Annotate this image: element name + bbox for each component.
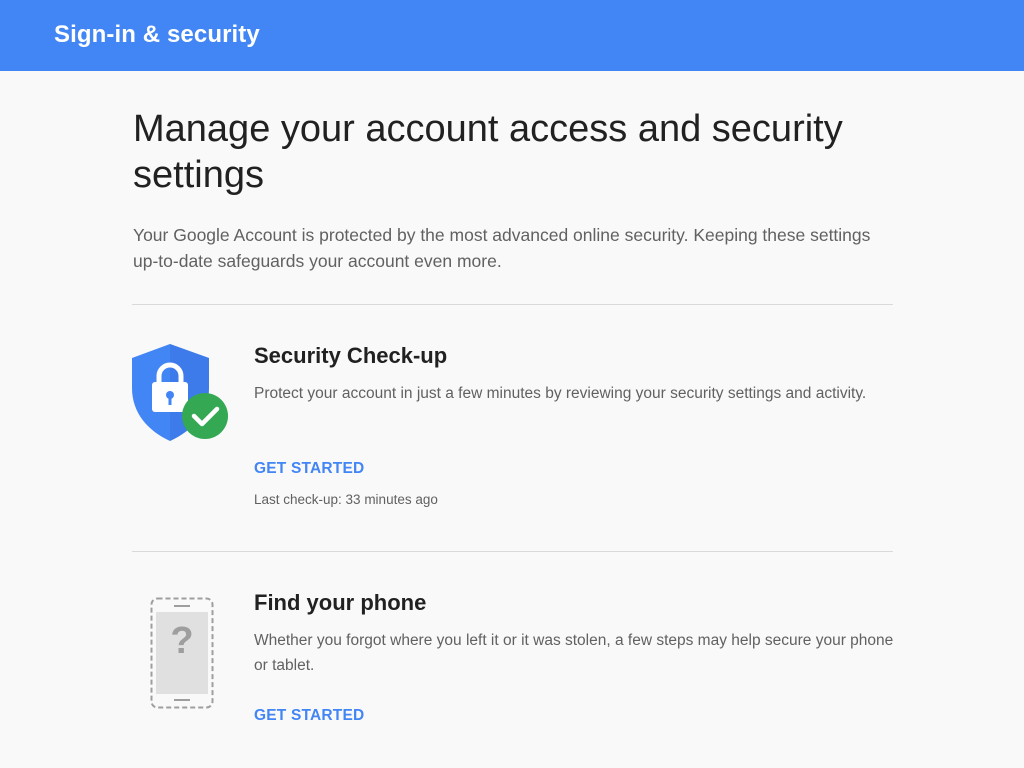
find-phone-description: Whether you forgot where you left it or …: [254, 632, 894, 674]
security-checkup-get-started-link[interactable]: GET STARTED: [254, 460, 364, 478]
security-checkup-description: Protect your account in just a few minut…: [254, 385, 867, 402]
page-title: Manage your account access and security …: [133, 108, 843, 196]
divider: [132, 551, 893, 552]
intro-text: Your Google Account is protected by the …: [133, 225, 871, 271]
find-phone-title: Find your phone: [254, 590, 427, 615]
last-checkup-text: Last check-up: 33 minutes ago: [254, 492, 438, 507]
divider: [132, 304, 893, 305]
security-checkup-title: Security Check-up: [254, 343, 448, 368]
phone-question-icon: ?: [150, 597, 214, 709]
header-title: Sign-in & security: [54, 21, 260, 48]
svg-text:?: ?: [170, 620, 193, 662]
find-phone-get-started-link[interactable]: GET STARTED: [254, 707, 364, 725]
shield-check-icon: [131, 342, 231, 446]
app-header: Sign-in & security: [0, 0, 1024, 71]
